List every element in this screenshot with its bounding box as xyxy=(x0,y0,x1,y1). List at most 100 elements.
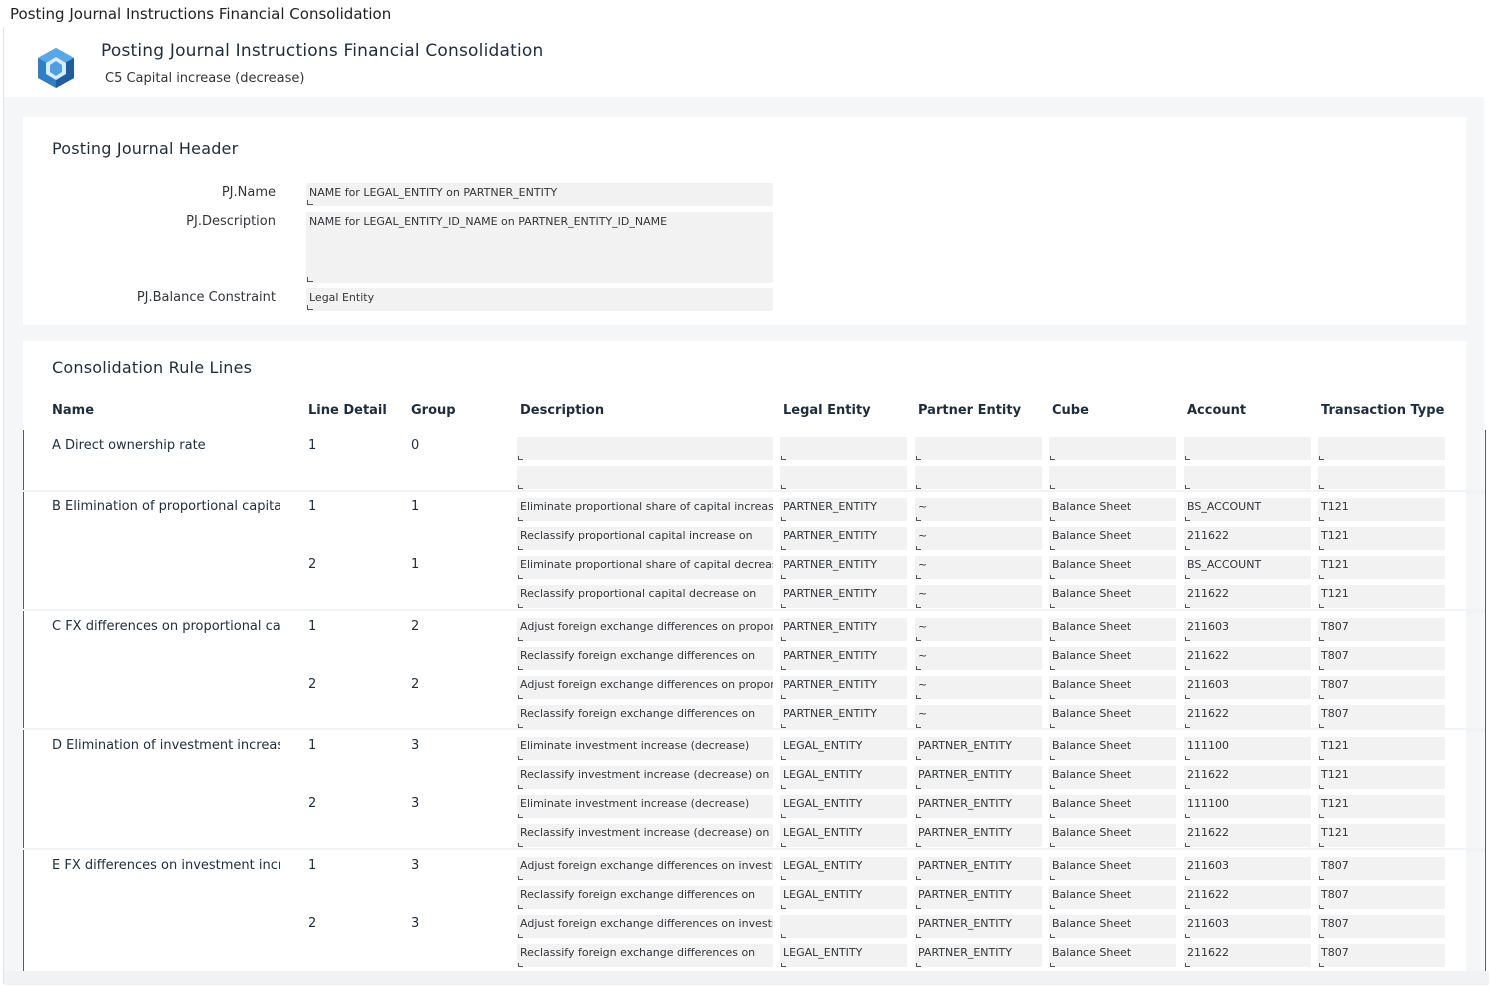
resize-handle-icon[interactable] xyxy=(916,843,921,847)
legal-entity-cell[interactable]: PARTNER_ENTITY xyxy=(780,585,907,608)
resize-handle-icon[interactable] xyxy=(1050,695,1055,699)
legal-entity-cell[interactable]: LEGAL_ENTITY xyxy=(780,737,907,760)
resize-handle-icon[interactable] xyxy=(1185,843,1190,847)
account-cell[interactable]: 211622 xyxy=(1184,527,1311,550)
resize-handle-icon[interactable] xyxy=(1319,637,1324,641)
resize-handle-icon[interactable] xyxy=(781,876,786,880)
resize-handle-icon[interactable] xyxy=(1319,695,1324,699)
partner-entity-cell[interactable]: PARTNER_ENTITY xyxy=(915,737,1042,760)
partner-entity-cell[interactable]: ~ xyxy=(915,618,1042,641)
legal-entity-cell[interactable]: PARTNER_ENTITY xyxy=(780,556,907,579)
resize-handle-icon[interactable] xyxy=(1185,724,1190,728)
resize-handle-icon[interactable] xyxy=(1050,963,1055,967)
partner-entity-cell[interactable]: PARTNER_ENTITY xyxy=(915,824,1042,847)
resize-handle-icon[interactable] xyxy=(781,724,786,728)
resize-handle-icon[interactable] xyxy=(781,843,786,847)
account-cell[interactable]: 111100 xyxy=(1184,737,1311,760)
partner-entity-cell[interactable]: ~ xyxy=(915,585,1042,608)
partner-entity-cell[interactable]: ~ xyxy=(915,556,1042,579)
resize-handle-icon[interactable] xyxy=(1319,814,1324,818)
resize-handle-icon[interactable] xyxy=(781,456,786,460)
resize-handle-icon[interactable] xyxy=(916,485,921,489)
legal-entity-cell[interactable]: LEGAL_ENTITY xyxy=(780,944,907,967)
transaction-type-cell[interactable]: T807 xyxy=(1318,618,1445,641)
resize-handle-icon[interactable] xyxy=(1050,756,1055,760)
account-cell[interactable] xyxy=(1184,466,1311,489)
legal-entity-cell[interactable]: LEGAL_ENTITY xyxy=(780,857,907,880)
pj-name-field[interactable]: NAME for LEGAL_ENTITY on PARTNER_ENTITY xyxy=(306,183,773,206)
resize-handle-icon[interactable] xyxy=(1185,456,1190,460)
description-cell[interactable]: Reclassify foreign exchange differences … xyxy=(517,647,773,670)
resize-handle-icon[interactable] xyxy=(518,517,523,521)
transaction-type-cell[interactable]: T807 xyxy=(1318,705,1445,728)
transaction-type-cell[interactable]: T807 xyxy=(1318,857,1445,880)
description-cell[interactable]: Eliminate investment increase (decrease) xyxy=(517,795,773,818)
resize-handle-icon[interactable] xyxy=(1319,843,1324,847)
description-cell[interactable]: Adjust foreign exchange differences on i… xyxy=(517,915,773,938)
resize-handle-icon[interactable] xyxy=(1185,905,1190,909)
resize-handle-icon[interactable] xyxy=(916,724,921,728)
account-cell[interactable]: 211622 xyxy=(1184,585,1311,608)
resize-handle-icon[interactable] xyxy=(518,905,523,909)
resize-handle-icon[interactable] xyxy=(916,604,921,608)
legal-entity-cell[interactable]: PARTNER_ENTITY xyxy=(780,705,907,728)
resize-handle-icon[interactable] xyxy=(518,485,523,489)
account-cell[interactable]: 211603 xyxy=(1184,676,1311,699)
resize-handle-icon[interactable] xyxy=(1319,456,1324,460)
cube-cell[interactable]: Balance Sheet xyxy=(1049,647,1176,670)
cube-cell[interactable]: Balance Sheet xyxy=(1049,705,1176,728)
cube-cell[interactable]: Balance Sheet xyxy=(1049,824,1176,847)
resize-handle-icon[interactable] xyxy=(1319,876,1324,880)
description-cell[interactable]: Reclassify investment increase (decrease… xyxy=(517,824,773,847)
cube-cell[interactable]: Balance Sheet xyxy=(1049,676,1176,699)
resize-handle-icon[interactable] xyxy=(1050,934,1055,938)
resize-handle-icon[interactable] xyxy=(1185,814,1190,818)
resize-handle-icon[interactable] xyxy=(518,785,523,789)
description-cell[interactable] xyxy=(517,437,773,460)
legal-entity-cell[interactable]: PARTNER_ENTITY xyxy=(780,527,907,550)
resize-handle-icon[interactable] xyxy=(916,575,921,579)
description-cell[interactable]: Adjust foreign exchange differences on p… xyxy=(517,618,773,641)
resize-handle-icon[interactable] xyxy=(781,666,786,670)
partner-entity-cell[interactable]: ~ xyxy=(915,647,1042,670)
legal-entity-cell[interactable] xyxy=(780,437,907,460)
resize-handle-icon[interactable] xyxy=(518,756,523,760)
resize-handle-icon[interactable] xyxy=(1185,934,1190,938)
resize-handle-icon[interactable] xyxy=(1185,666,1190,670)
resize-handle-icon[interactable] xyxy=(1185,695,1190,699)
cube-cell[interactable]: Balance Sheet xyxy=(1049,556,1176,579)
resize-handle-icon[interactable] xyxy=(518,695,523,699)
legal-entity-cell[interactable] xyxy=(780,915,907,938)
legal-entity-cell[interactable]: PARTNER_ENTITY xyxy=(780,618,907,641)
cube-cell[interactable]: Balance Sheet xyxy=(1049,498,1176,521)
resize-handle-icon[interactable] xyxy=(781,604,786,608)
cube-cell[interactable]: Balance Sheet xyxy=(1049,795,1176,818)
legal-entity-cell[interactable]: LEGAL_ENTITY xyxy=(780,886,907,909)
legal-entity-cell[interactable]: PARTNER_ENTITY xyxy=(780,647,907,670)
account-cell[interactable]: 211622 xyxy=(1184,886,1311,909)
transaction-type-cell[interactable]: T807 xyxy=(1318,915,1445,938)
partner-entity-cell[interactable]: ~ xyxy=(915,498,1042,521)
account-cell[interactable]: BS_ACCOUNT xyxy=(1184,556,1311,579)
resize-handle-icon[interactable] xyxy=(781,485,786,489)
resize-handle-icon[interactable] xyxy=(1319,517,1324,521)
resize-handle-icon[interactable] xyxy=(1185,517,1190,521)
resize-handle-icon[interactable] xyxy=(1050,546,1055,550)
pj-description-field[interactable]: NAME for LEGAL_ENTITY_ID_NAME on PARTNER… xyxy=(306,212,773,283)
description-cell[interactable]: Adjust foreign exchange differences on p… xyxy=(517,676,773,699)
transaction-type-cell[interactable]: T121 xyxy=(1318,585,1445,608)
resize-handle-icon[interactable] xyxy=(1050,666,1055,670)
resize-handle-icon[interactable] xyxy=(781,814,786,818)
resize-handle-icon[interactable] xyxy=(1319,575,1324,579)
resize-handle-icon[interactable] xyxy=(518,666,523,670)
resize-handle-icon[interactable] xyxy=(916,934,921,938)
cube-cell[interactable]: Balance Sheet xyxy=(1049,585,1176,608)
resize-handle-icon[interactable] xyxy=(916,456,921,460)
account-cell[interactable]: 211622 xyxy=(1184,944,1311,967)
resize-handle-icon[interactable] xyxy=(518,456,523,460)
partner-entity-cell[interactable]: PARTNER_ENTITY xyxy=(915,886,1042,909)
resize-handle-icon[interactable] xyxy=(781,963,786,967)
partner-entity-cell[interactable]: ~ xyxy=(915,527,1042,550)
resize-handle-icon[interactable] xyxy=(1185,756,1190,760)
description-cell[interactable]: Reclassify foreign exchange differences … xyxy=(517,705,773,728)
